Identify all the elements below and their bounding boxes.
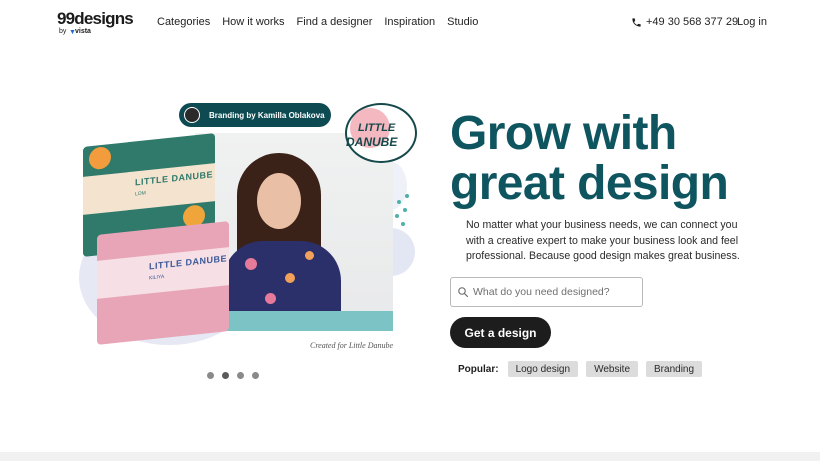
product-box-bottom: LITTLE DANUBE KILIYA — [97, 221, 229, 345]
get-a-design-button[interactable]: Get a design — [450, 317, 551, 348]
carousel-indicators — [207, 372, 259, 379]
phone-link[interactable]: +49 30 568 377 29 — [631, 15, 738, 29]
hero-description: No matter what your business needs, we c… — [466, 219, 740, 262]
logo-by-text: by — [59, 28, 67, 35]
nav-categories[interactable]: Categories — [157, 15, 210, 29]
headline-line1: Grow with — [450, 107, 677, 160]
badge-text: Branding by Kamilla Oblakova — [209, 110, 325, 120]
popular-chip-website[interactable]: Website — [586, 361, 639, 377]
carousel-dot-4[interactable] — [252, 372, 259, 379]
headline-line2: great design — [450, 157, 729, 210]
search-input[interactable] — [473, 286, 638, 298]
popular-chip-branding[interactable]: Branding — [646, 361, 703, 377]
logo-vista-text: vista — [75, 28, 91, 35]
box-top-sub: LOM — [135, 190, 146, 198]
image-caption: Created for Little Danube — [310, 341, 394, 350]
popular-chip-logo-design[interactable]: Logo design — [507, 361, 579, 377]
avatar — [184, 107, 200, 123]
section-divider — [0, 452, 820, 461]
site-header: 99designs by ▼ vista Categories How it w… — [0, 0, 820, 46]
logo-wordmark: 99designs — [57, 9, 134, 28]
nav-studio[interactable]: Studio — [447, 15, 478, 29]
nav-inspiration[interactable]: Inspiration — [384, 15, 435, 29]
brand-logo-line2: DANUBE — [346, 135, 398, 149]
phone-icon — [632, 17, 641, 27]
logo[interactable]: 99designs by ▼ vista — [57, 10, 134, 36]
nav-how-it-works[interactable]: How it works — [222, 15, 284, 29]
carousel-dot-3[interactable] — [237, 372, 244, 379]
nav-find-a-designer[interactable]: Find a designer — [297, 15, 373, 29]
phone-number: +49 30 568 377 29 — [646, 16, 739, 28]
popular-label: Popular: — [458, 363, 499, 375]
login-link[interactable]: Log in — [737, 15, 767, 29]
main-nav: Categories How it works Find a designer … — [157, 15, 490, 29]
designer-badge[interactable]: Branding by Kamilla Oblakova — [179, 103, 331, 127]
brand-logo-line1: LITTLE — [358, 122, 396, 134]
carousel-dot-1[interactable] — [207, 372, 214, 379]
hero-image: LITTLE DANUBE LOM LITTLE DANUBE KILIYA B… — [75, 100, 420, 360]
popular-categories: Popular: Logo design Website Branding — [458, 361, 710, 377]
page-title: Grow with great design — [450, 107, 729, 210]
search-box[interactable] — [450, 277, 643, 307]
carousel-dot-2[interactable] — [222, 372, 229, 379]
search-icon — [458, 287, 469, 298]
